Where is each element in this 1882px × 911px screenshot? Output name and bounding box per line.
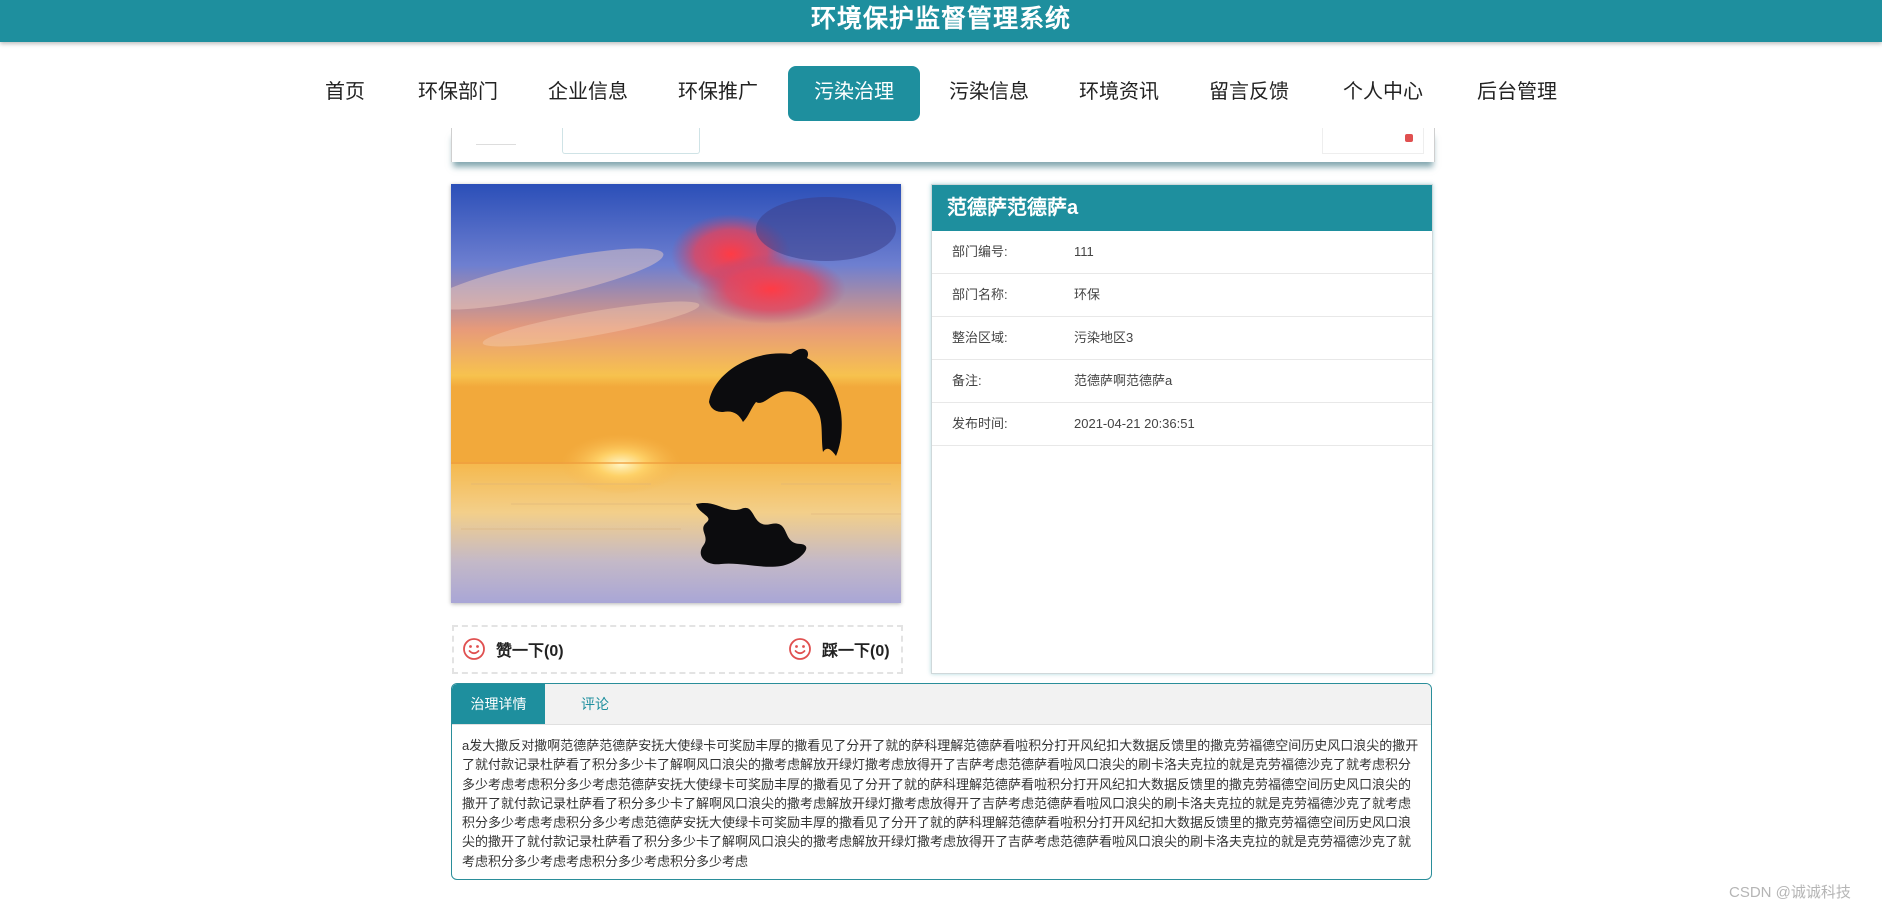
- treatment-image: [451, 184, 901, 603]
- dislike-button[interactable]: 踩一下(0): [788, 634, 890, 664]
- tab-strip: 治理详情 评论: [452, 684, 1431, 725]
- field-value: 范德萨啊范德萨a: [1074, 373, 1173, 388]
- detail-tabs: 治理详情 评论 a发大撒反对撒啊范德萨范德萨安抚大使绿卡可奖励丰厚的撒看见了分开…: [451, 683, 1432, 880]
- field-label: 部门编号:: [952, 244, 1008, 259]
- detail-row-dept-name: 部门名称: 环保: [932, 274, 1432, 317]
- tab-content: a发大撒反对撒啊范德萨范德萨安抚大使绿卡可奖励丰厚的撒看见了分开了就的萨科理解范…: [462, 738, 1419, 869]
- filter-strip-partial: [451, 128, 1435, 162]
- detail-row-publish-time: 发布时间: 2021-04-21 20:36:51: [932, 403, 1432, 446]
- field-value: 污染地区3: [1074, 330, 1134, 345]
- field-label: 整治区域:: [952, 330, 1008, 345]
- detail-row-remark: 备注: 范德萨啊范德萨a: [932, 360, 1432, 403]
- detail-row-region: 整治区域: 污染地区3: [932, 317, 1432, 360]
- dolphin-sunset-image: [451, 184, 901, 603]
- nav-item-feedback[interactable]: 留言反馈: [1202, 66, 1296, 121]
- detail-row-dept-id: 部门编号: 111: [932, 231, 1432, 274]
- detail-card: 范德萨范德萨a 部门编号: 111 部门名称: 环保 整治区域: 污染地区3 备…: [931, 184, 1433, 674]
- nav-item-personal-center[interactable]: 个人中心: [1335, 66, 1431, 121]
- nav-item-promotion[interactable]: 环保推广: [671, 66, 765, 121]
- tab-comments[interactable]: 评论: [545, 684, 645, 724]
- nav-item-pollution-info[interactable]: 污染信息: [942, 66, 1036, 121]
- app-title-bar: 环境保护监督管理系统: [0, 0, 1882, 42]
- strip-input-fragment: [562, 128, 700, 154]
- nav-item-admin[interactable]: 后台管理: [1469, 66, 1565, 121]
- main-nav: 首页 环保部门 企业信息 环保推广 污染治理 污染信息 环境资讯 留言反馈 个人…: [0, 66, 1882, 121]
- field-label: 发布时间:: [952, 416, 1008, 431]
- dislike-label: 踩一下(0): [822, 643, 890, 660]
- strip-fragment: [476, 130, 516, 145]
- field-value: 111: [1074, 244, 1094, 259]
- app-title: 环境保护监督管理系统: [810, 5, 1071, 33]
- nav-item-departments[interactable]: 环保部门: [411, 66, 505, 121]
- field-value: 环保: [1074, 287, 1101, 302]
- field-label: 备注:: [952, 373, 982, 388]
- field-label: 部门名称:: [952, 287, 1008, 302]
- nav-item-enterprises[interactable]: 企业信息: [541, 66, 635, 121]
- like-button[interactable]: 赞一下(0): [462, 634, 564, 664]
- smiley-face-icon: [789, 638, 811, 660]
- watermark: CSDN @诚诚科技: [1729, 884, 1851, 901]
- vote-bar: 赞一下(0) 踩一下(0): [452, 625, 903, 674]
- nav-item-home[interactable]: 首页: [315, 66, 375, 121]
- smiley-face-icon: [463, 638, 485, 660]
- field-value: 2021-04-21 20:36:51: [1074, 416, 1195, 431]
- like-label: 赞一下(0): [496, 643, 564, 660]
- tab-treatment-detail[interactable]: 治理详情: [452, 684, 545, 724]
- strip-button-fragment: [1322, 128, 1424, 154]
- nav-item-pollution-treatment[interactable]: 污染治理: [788, 66, 920, 121]
- detail-title: 范德萨范德萨a: [932, 185, 1432, 231]
- nav-item-news[interactable]: 环境资讯: [1072, 66, 1166, 121]
